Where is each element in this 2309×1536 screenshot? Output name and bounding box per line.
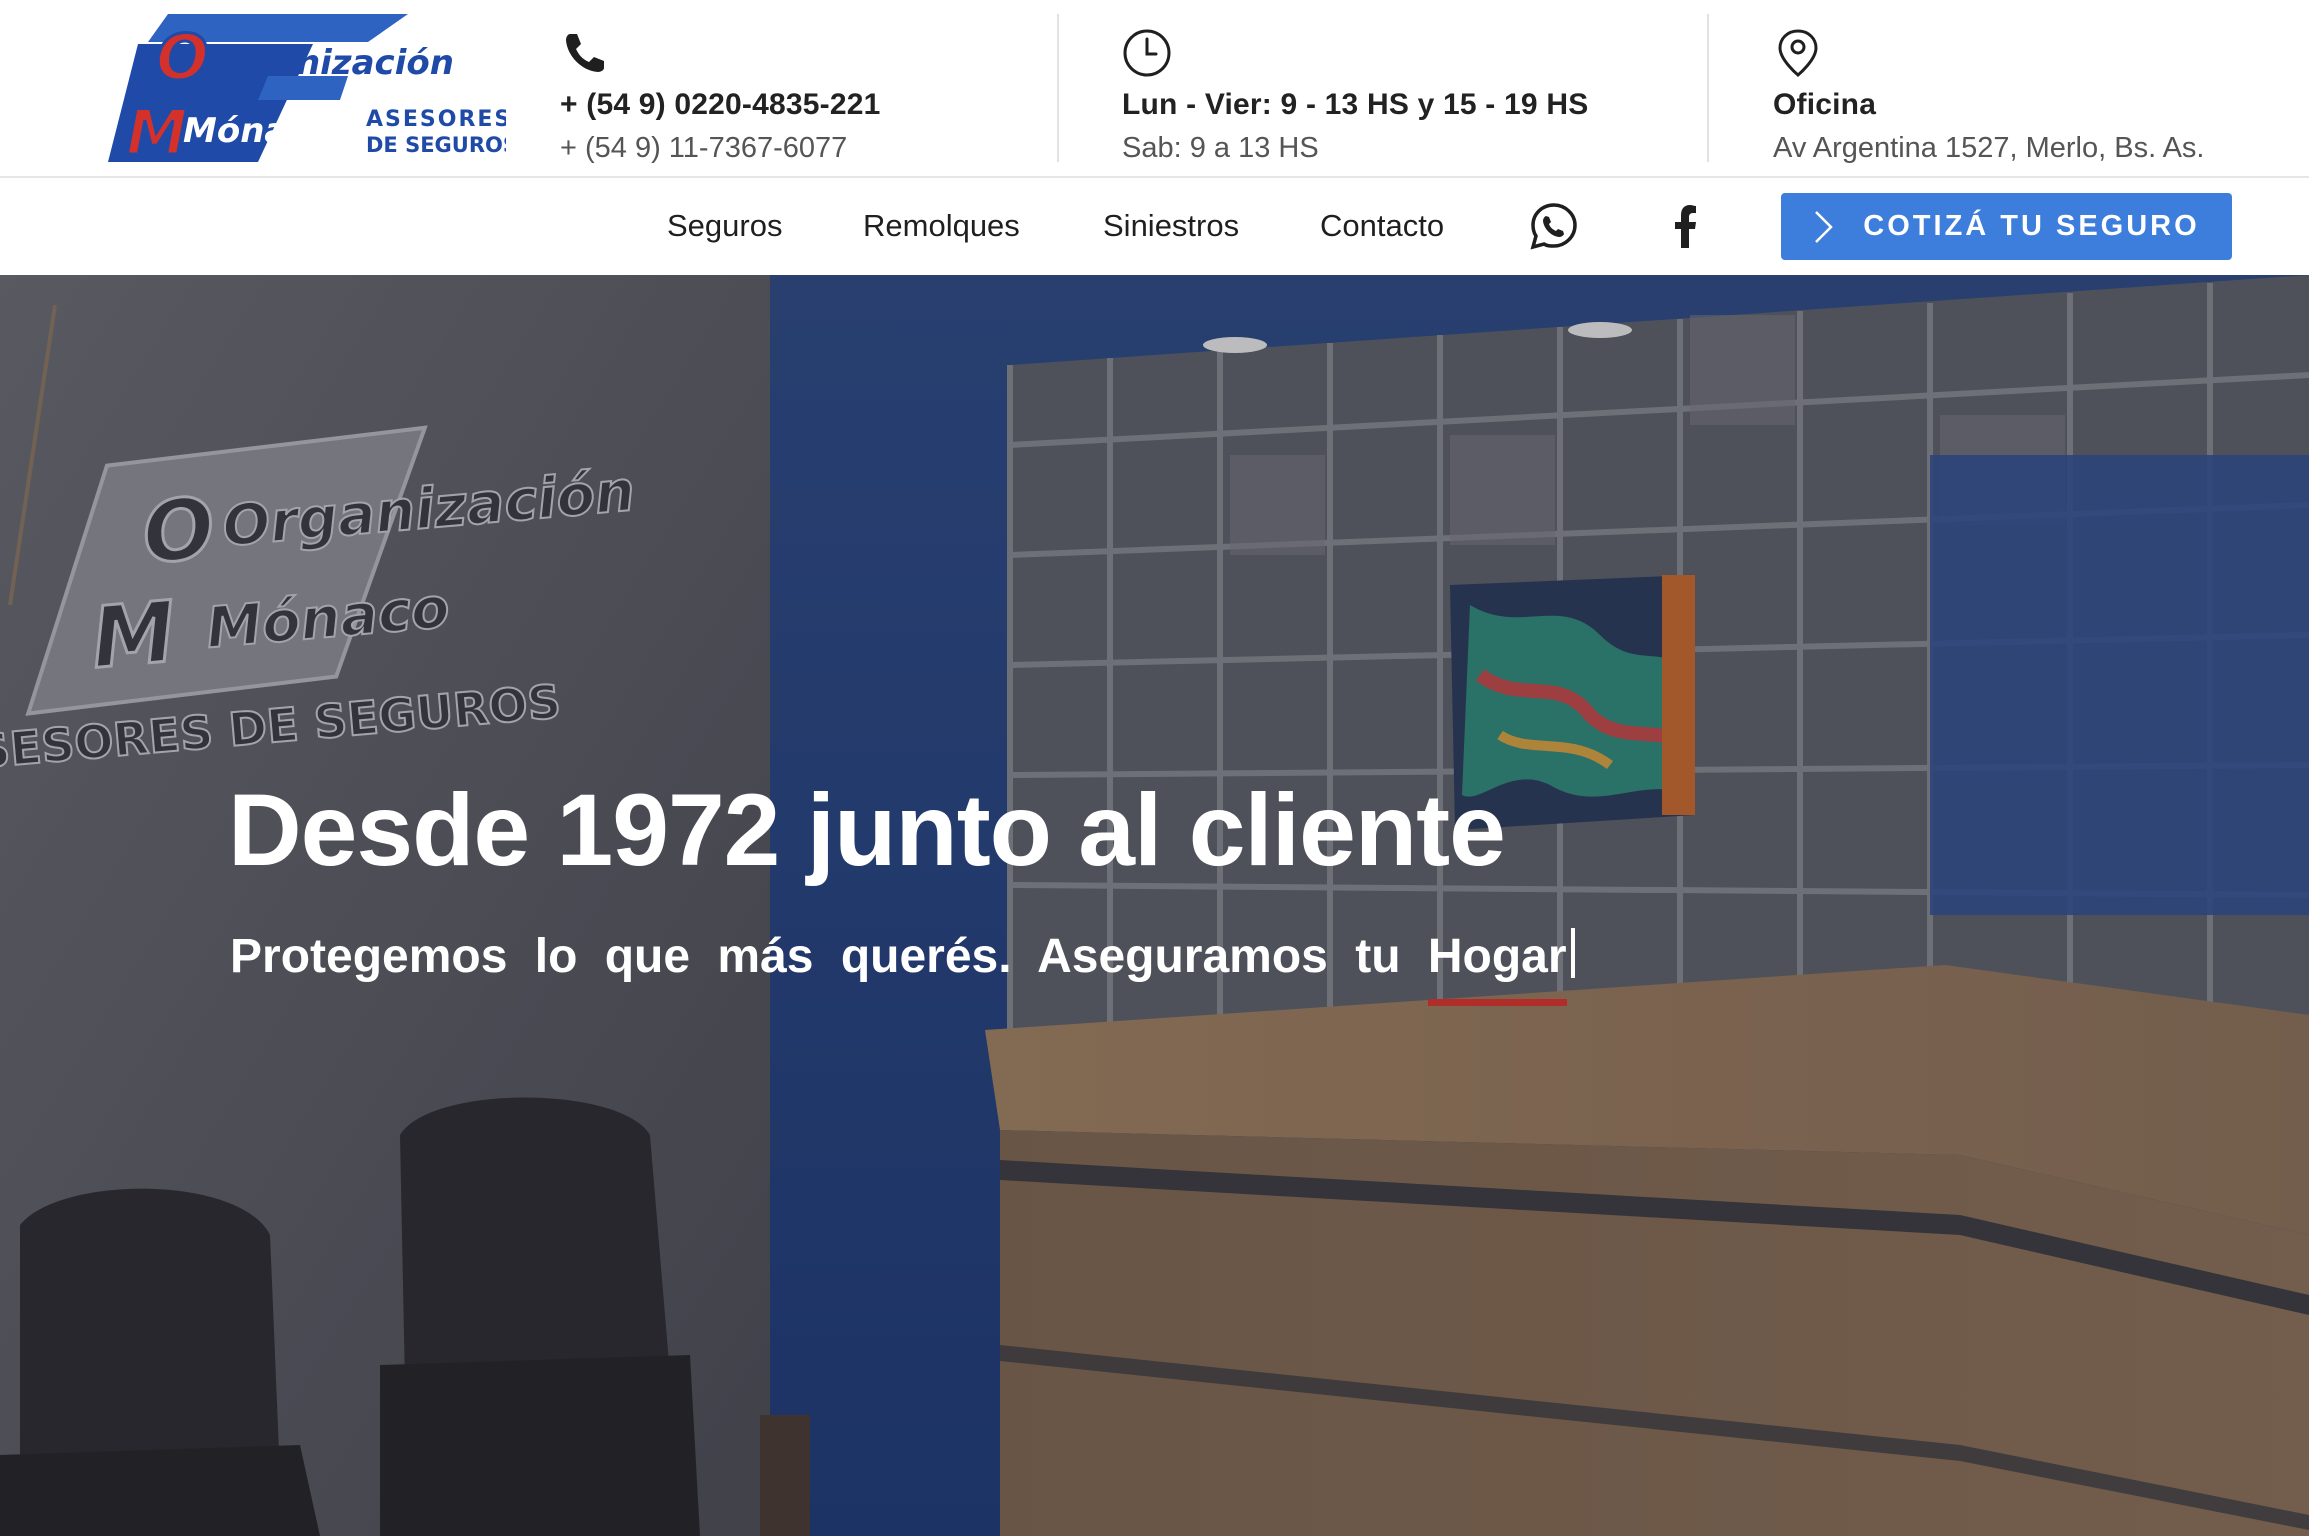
typed-underline (1427, 999, 1567, 1006)
nav-item-seguros[interactable]: Seguros (667, 208, 782, 244)
hours-weekdays: Lun - Vier: 9 - 13 HS y 15 - 19 HS (1122, 88, 1589, 121)
nav-item-contacto[interactable]: Contacto (1320, 208, 1444, 244)
whatsapp-icon[interactable] (1528, 200, 1580, 252)
nav-item-remolques[interactable]: Remolques (863, 208, 1020, 244)
office-block: Oficina Av Argentina 1527, Merlo, Bs. As… (1773, 28, 2205, 165)
typed-word-text: Hogar (1427, 930, 1567, 983)
clock-icon (1123, 29, 1171, 77)
quote-insurance-button[interactable]: COTIZÁ TU SEGURO (1781, 193, 2232, 260)
hero-typed-word: Hogar (1427, 929, 1567, 1006)
quote-button-label: COTIZÁ TU SEGURO (1863, 210, 2200, 242)
location-pin-icon (1778, 29, 1818, 77)
logo-letter-o: O (156, 21, 209, 94)
phone-primary[interactable]: + (54 9) 0220-4835-221 (560, 88, 880, 122)
facebook-icon[interactable] (1660, 200, 1712, 252)
hero-banner: O M Organización Mónaco ASESORES DE SEGU… (0, 275, 2309, 1536)
office-address[interactable]: Av Argentina 1527, Merlo, Bs. As. (1773, 132, 2205, 165)
office-label: Oficina (1773, 88, 1877, 121)
hero-title: Desde 1972 junto al cliente (228, 773, 1506, 887)
logo-word-organizacion: Organización (203, 43, 454, 83)
logo-letter-m: M (126, 96, 188, 164)
hero-subtitle: Protegemos lo que más querés. Aseguramos… (230, 928, 1575, 1006)
logo-word-monaco: Mónaco (183, 111, 331, 151)
office-reception-photo: O M Organización Mónaco ASESORES DE SEGU… (0, 275, 2309, 1536)
contact-phone-block: + (54 9) 0220-4835-221 + (54 9) 11-7367-… (560, 28, 880, 165)
nav-item-siniestros[interactable]: Siniestros (1103, 208, 1239, 244)
top-info-bar: O M Organización Mónaco ASESORES DE SEGU… (0, 0, 2309, 176)
chevron-right-icon (1815, 210, 1834, 243)
hero-subtitle-static: Protegemos lo que más querés. Aseguramos… (230, 930, 1401, 983)
divider (1707, 14, 1709, 162)
main-nav: Seguros Remolques Siniestros Contacto CO… (0, 178, 2309, 275)
company-logo[interactable]: O M Organización Mónaco ASESORES DE SEGU… (108, 14, 506, 164)
phone-secondary[interactable]: + (54 9) 11-7367-6077 (560, 132, 880, 165)
hours-saturday: Sab: 9 a 13 HS (1122, 132, 1319, 164)
hours-block: Lun - Vier: 9 - 13 HS y 15 - 19 HS Sab: … (1122, 28, 1588, 165)
divider (1057, 14, 1059, 162)
logo-tagline-2: DE SEGUROS (366, 133, 506, 157)
typing-cursor (1570, 928, 1575, 978)
phone-icon (566, 34, 604, 72)
logo-tagline-1: ASESORES (366, 107, 506, 132)
